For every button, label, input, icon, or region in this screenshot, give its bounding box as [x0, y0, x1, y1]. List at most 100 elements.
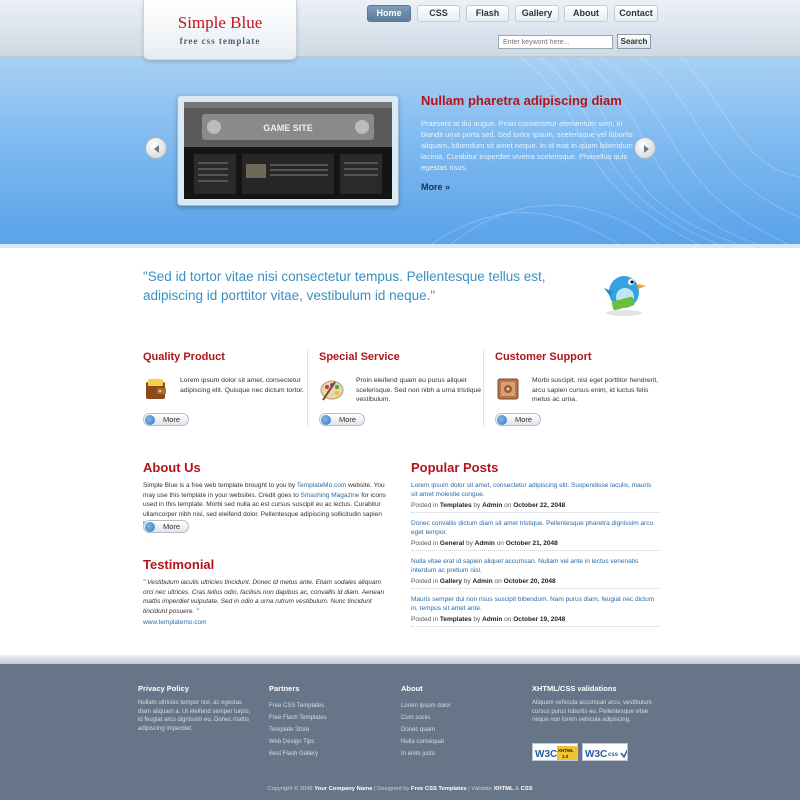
post-category[interactable]: General — [440, 540, 464, 547]
post-item: Nulla vitae erat id sapien aliquet accum… — [411, 557, 659, 589]
svg-text:css: css — [608, 752, 619, 758]
banner-wave-decoration — [429, 57, 800, 245]
post-meta: Posted in Gallery by Admin on October 20… — [411, 577, 659, 587]
column-divider — [483, 350, 484, 426]
wallet-icon — [146, 379, 166, 399]
feature-text: Proin eleifend quam eu purus aliquet sce… — [356, 377, 482, 403]
on-label: on — [504, 501, 512, 509]
post-date: October 22, 2048 — [513, 501, 566, 509]
by-label: by — [473, 615, 481, 623]
about-text-part: Simple Blue is a free web template broug… — [143, 482, 297, 489]
footer-privacy-title: Privacy Policy — [138, 684, 189, 693]
logo-title: Simple Blue — [177, 13, 263, 32]
footer-privacy-text: Nullam ultricies tempor nisl, ac egestas… — [138, 700, 251, 732]
game-site-screenshot: GAME SITE — [184, 102, 392, 199]
post-item: Donec convallis dictum diam sit amet tri… — [411, 519, 659, 551]
about-title: About Us — [143, 460, 201, 475]
post-title-link[interactable]: Lorem ipsum dolor sit amet, consectetur … — [411, 481, 659, 500]
svg-text:W3C: W3C — [535, 749, 557, 760]
hero-banner — [0, 57, 800, 245]
more-label: More — [339, 415, 357, 424]
footer-about-link[interactable]: In enim justo — [401, 748, 451, 760]
safe-icon — [497, 378, 519, 400]
search-button[interactable]: Search — [617, 34, 651, 49]
svg-text:W3C: W3C — [585, 749, 607, 760]
more-button[interactable]: More — [319, 413, 365, 426]
play-icon — [321, 415, 331, 425]
footer-partner-link[interactable]: Web Design Tips — [269, 736, 327, 748]
footer-validation-title: XHTML/CSS validations — [532, 684, 617, 693]
play-icon — [497, 415, 507, 425]
more-button[interactable]: More — [495, 413, 541, 426]
slider-image-frame[interactable]: GAME SITE — [177, 95, 399, 206]
more-button[interactable]: More — [143, 413, 189, 426]
svg-text:1.0: 1.0 — [562, 754, 569, 759]
footer-partner-link[interactable]: Best Flash Gallery — [269, 748, 327, 760]
footer-partner-link[interactable]: Template Store — [269, 724, 327, 736]
post-category[interactable]: Templates — [440, 616, 472, 623]
footer-copyright: Copyright © 2048 Your Company Name | Des… — [0, 786, 800, 792]
nav-contact[interactable]: Contact — [614, 5, 658, 22]
footer-about-link[interactable]: Nulla consequat — [401, 736, 451, 748]
twitter-bird-icon[interactable] — [602, 266, 650, 318]
palette-icon — [320, 380, 344, 401]
by-label: by — [473, 501, 481, 509]
slider-next-arrow[interactable] — [634, 137, 656, 159]
feature-title: Quality Product — [143, 351, 225, 363]
post-title-link[interactable]: Mauris semper dui non risus suscipit bib… — [411, 595, 659, 614]
nav-flash[interactable]: Flash — [466, 5, 509, 22]
footer-partner-link[interactable]: Free CSS Templates — [269, 700, 327, 712]
post-author[interactable]: Admin — [472, 578, 492, 585]
post-author[interactable]: Admin — [482, 616, 502, 623]
footer-about-link[interactable]: Lorem ipsum dolor — [401, 700, 451, 712]
nav-home[interactable]: Home — [367, 5, 411, 22]
post-title-link[interactable]: Nulla vitae erat id sapien aliquet accum… — [411, 557, 659, 576]
footer-partners-title: Partners — [269, 684, 300, 693]
post-title-link[interactable]: Donec convallis dictum diam sit amet tri… — [411, 519, 659, 538]
on-label: on — [496, 539, 504, 547]
w3c-xhtml-badge[interactable]: W3C XHTML 1.0 — [532, 743, 578, 761]
nav-gallery[interactable]: Gallery — [515, 5, 559, 22]
posted-in-label: Posted in — [411, 577, 439, 585]
post-category[interactable]: Gallery — [440, 578, 462, 585]
popular-posts-title: Popular Posts — [411, 460, 499, 475]
testimonial-link[interactable]: www.templatemo.com — [143, 619, 207, 626]
post-date: October 21, 2048 — [505, 539, 558, 547]
templatemo-link[interactable]: TemplateMo.com — [297, 482, 347, 489]
footer-about-list: Lorem ipsum dolor Cum sociis Donec quam … — [401, 700, 451, 760]
post-author[interactable]: Admin — [482, 502, 502, 509]
search-input[interactable] — [498, 35, 613, 49]
arrow-left-icon — [154, 145, 159, 153]
by-label: by — [463, 577, 471, 585]
about-more-button[interactable]: More — [143, 520, 189, 533]
site-logo[interactable]: Simple Blue free css template — [143, 0, 297, 60]
feature-text: Morbi suscipit, nisl eget porttitor hend… — [532, 377, 659, 403]
smashing-magazine-link[interactable]: Smashing Magazine — [301, 492, 360, 499]
by-label: by — [465, 539, 473, 547]
testimonial-title: Testimonial — [143, 557, 215, 572]
footer-about-title: About — [401, 684, 423, 693]
w3c-css-badge[interactable]: W3C css — [582, 743, 628, 761]
slider-more-link[interactable]: More » — [421, 182, 450, 192]
on-label: on — [504, 615, 512, 623]
validate-css-link[interactable]: CSS — [521, 786, 533, 792]
footer-partner-link[interactable]: Free Flash Templates — [269, 712, 327, 724]
post-author[interactable]: Admin — [475, 540, 495, 547]
nav-css[interactable]: CSS — [417, 5, 460, 22]
logo-subtitle: free css template — [179, 36, 261, 46]
nav-about[interactable]: About — [564, 5, 608, 22]
slider-image: GAME SITE — [184, 102, 392, 199]
footer-about-link[interactable]: Donec quam — [401, 724, 451, 736]
company-link[interactable]: Your Company Name — [314, 786, 372, 792]
slider-prev-arrow[interactable] — [145, 137, 167, 159]
designer-link[interactable]: Free CSS Templates — [411, 786, 467, 792]
feature-special-service: Special Service Proin eleifend quam eu p… — [319, 348, 484, 428]
posted-in-label: Posted in — [411, 501, 439, 509]
post-category[interactable]: Templates — [440, 502, 472, 509]
validate-xhtml-link[interactable]: XHTML — [494, 786, 514, 792]
posted-in-label: Posted in — [411, 615, 439, 623]
footer-about-link[interactable]: Cum sociis — [401, 712, 451, 724]
banner-divider — [0, 244, 800, 248]
feature-title: Customer Support — [495, 351, 592, 363]
more-label: More — [163, 522, 181, 531]
